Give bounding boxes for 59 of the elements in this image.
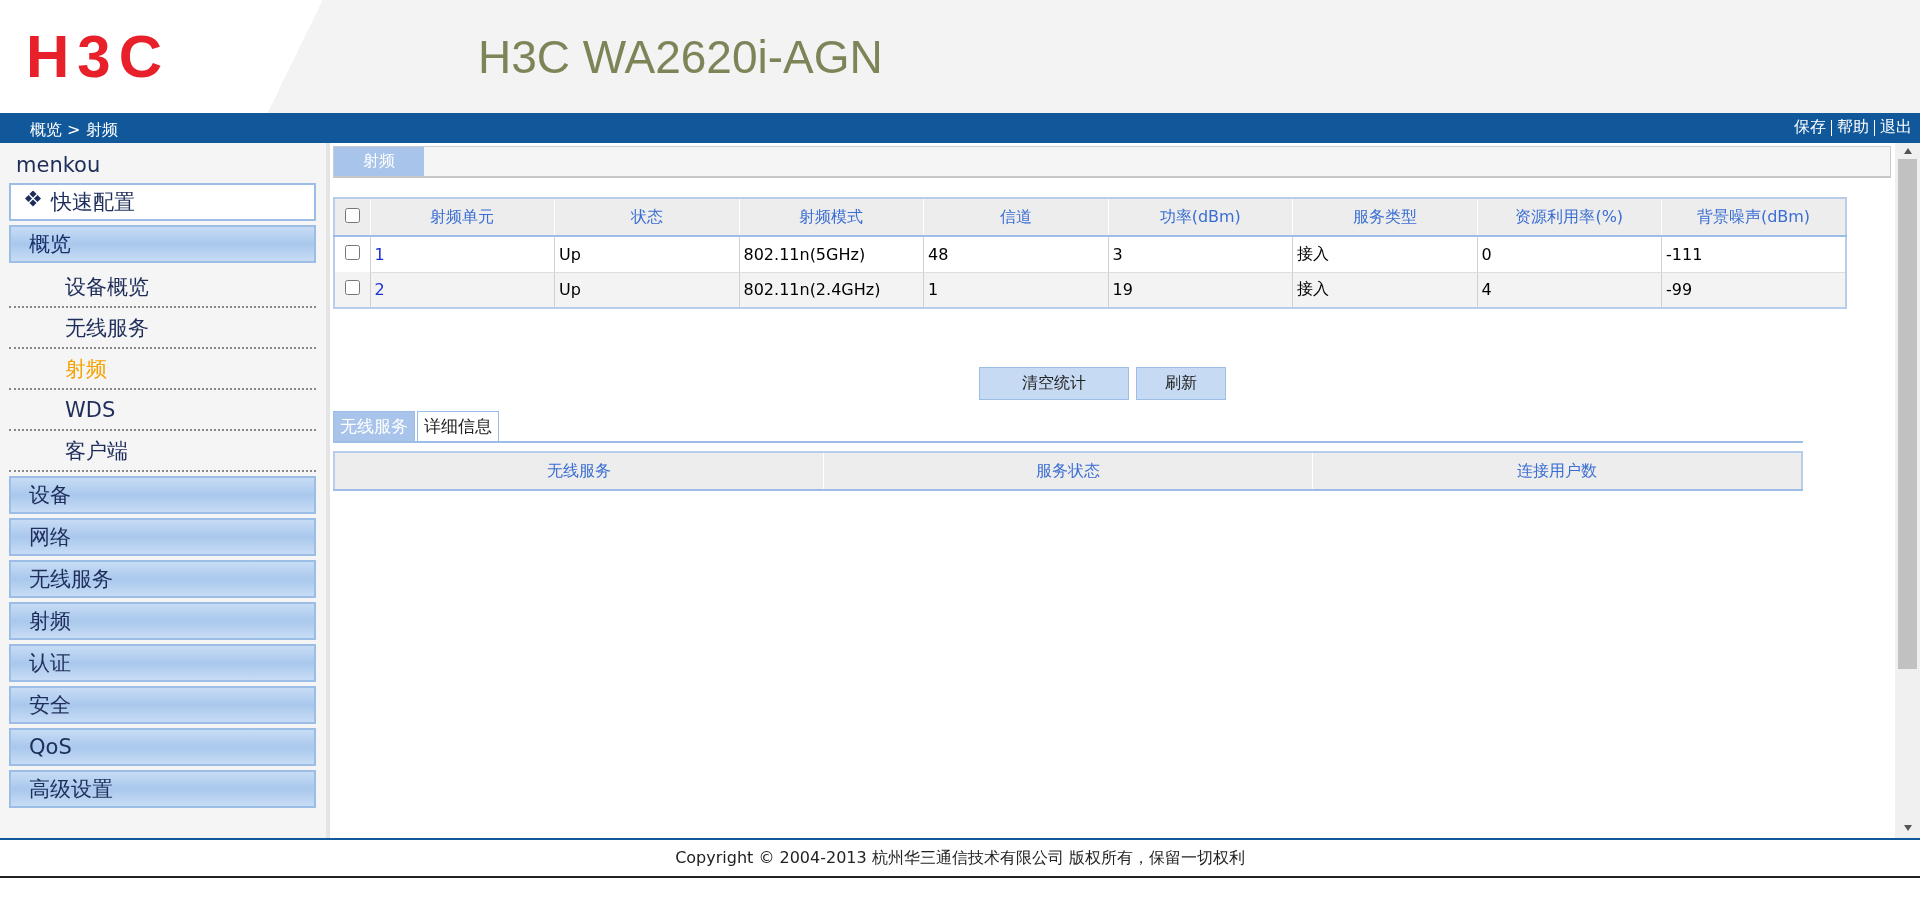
quick-config-item[interactable]: 快速配置 xyxy=(9,183,316,221)
menu-group[interactable]: 网络 xyxy=(9,518,316,556)
table-cell: 802.11n(2.4GHz) xyxy=(739,272,924,308)
table-cell: 802.11n(5GHz) xyxy=(739,236,924,272)
scrollbar-thumb[interactable] xyxy=(1898,159,1917,669)
menu-item[interactable]: 客户端 xyxy=(9,431,316,472)
select-all-checkbox[interactable] xyxy=(344,207,360,223)
column-header: 资源利用率(%) xyxy=(1477,198,1662,236)
scroll-up-icon[interactable] xyxy=(1902,147,1913,155)
row-checkbox[interactable] xyxy=(344,245,360,260)
table-cell: 接入 xyxy=(1292,272,1477,308)
logo: H3C xyxy=(26,22,172,91)
menu-group[interactable]: 无线服务 xyxy=(9,560,316,598)
breadcrumb: 概览 > 射频 xyxy=(30,120,118,141)
device-title: H3C WA2620i-AGN xyxy=(478,29,883,84)
column-header: 无线服务 xyxy=(334,452,824,490)
scroll-down-icon[interactable] xyxy=(1902,824,1913,832)
menu-group[interactable]: 射频 xyxy=(9,602,316,640)
table-cell: 4 xyxy=(1477,272,1662,308)
radio-link[interactable]: 2 xyxy=(374,280,385,300)
table-cell: 接入 xyxy=(1292,236,1477,272)
column-header: 射频模式 xyxy=(739,198,924,236)
top-link[interactable]: 帮助 xyxy=(1837,117,1869,138)
menu-group[interactable]: QoS xyxy=(9,728,316,766)
table-cell: -111 xyxy=(1661,236,1846,272)
column-header: 背景噪声(dBm) xyxy=(1661,198,1846,236)
table-cell: -99 xyxy=(1661,272,1846,308)
table-cell: 0 xyxy=(1477,236,1662,272)
column-header: 信道 xyxy=(923,198,1108,236)
action-button[interactable]: 刷新 xyxy=(1135,367,1226,400)
menu-group[interactable]: 概览 xyxy=(9,225,316,263)
table-cell: Up xyxy=(554,272,739,308)
menu-group[interactable]: 高级设置 xyxy=(9,770,316,808)
column-header: 连接用户数 xyxy=(1312,452,1802,490)
table-cell: 1 xyxy=(923,272,1108,308)
column-header: 功率(dBm) xyxy=(1108,198,1293,236)
table-cell: 48 xyxy=(923,236,1108,272)
menu-item[interactable]: 设备概览 xyxy=(9,267,316,308)
menu-group[interactable]: 安全 xyxy=(9,686,316,724)
top-link[interactable]: 退出 xyxy=(1880,117,1912,138)
column-header: 状态 xyxy=(554,198,739,236)
table-cell: Up xyxy=(554,236,739,272)
menu-item[interactable]: 无线服务 xyxy=(9,308,316,349)
top-link[interactable]: 保存 xyxy=(1794,117,1826,138)
column-header: 服务类型 xyxy=(1292,198,1477,236)
row-checkbox[interactable] xyxy=(344,280,360,295)
radio-link[interactable]: 1 xyxy=(374,244,385,264)
action-button[interactable]: 清空统计 xyxy=(978,367,1129,400)
table-cell: 3 xyxy=(1108,236,1293,272)
diamond-icon xyxy=(25,191,41,207)
detail-tab[interactable]: 详细信息 xyxy=(417,411,499,441)
column-header: 服务状态 xyxy=(823,452,1313,490)
menu-group[interactable]: 设备 xyxy=(9,476,316,514)
menu-item[interactable]: WDS xyxy=(9,390,316,431)
table-cell: 19 xyxy=(1108,272,1293,308)
copyright-text: Copyright © 2004-2013 杭州华三通信技术有限公司 版权所有，保留一切权利 xyxy=(675,847,1245,869)
username: menkou xyxy=(15,152,102,179)
column-header: 射频单元 xyxy=(370,198,555,236)
menu-group[interactable]: 认证 xyxy=(9,644,316,682)
